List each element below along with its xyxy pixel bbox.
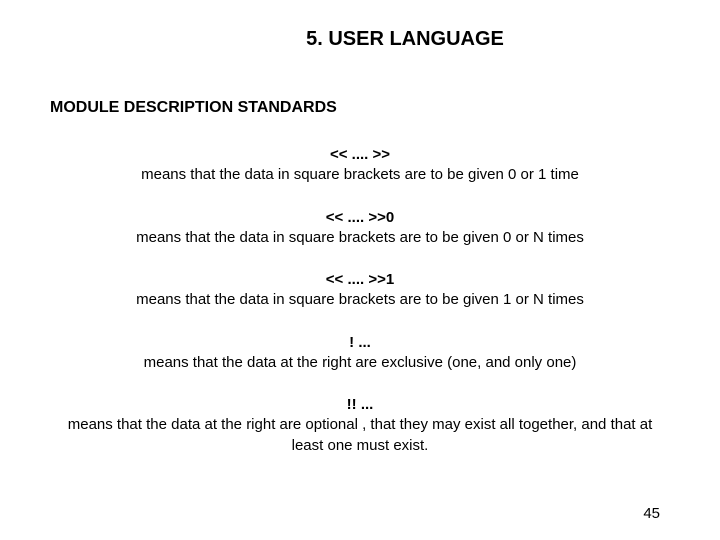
notation-symbol: << .... >> xyxy=(54,145,666,165)
page-number: 45 xyxy=(643,505,660,522)
notation-desc: means that the data at the right are exc… xyxy=(54,353,666,373)
document-page: 5. USER LANGUAGE MODULE DESCRIPTION STAN… xyxy=(0,0,720,540)
notation-symbol: ! ... xyxy=(54,333,666,353)
notation-entry: << .... >> means that the data in square… xyxy=(50,145,670,186)
notation-desc: means that the data in square brackets a… xyxy=(54,165,666,185)
notation-entry: ! ... means that the data at the right a… xyxy=(50,333,670,374)
notation-symbol: << .... >>1 xyxy=(54,270,666,290)
notation-desc: means that the data in square brackets a… xyxy=(54,228,666,248)
page-title: 5. USER LANGUAGE xyxy=(140,28,670,51)
notation-symbol: !! ... xyxy=(54,395,666,415)
section-heading: MODULE DESCRIPTION STANDARDS xyxy=(50,99,670,117)
notation-symbol: << .... >>0 xyxy=(54,208,666,228)
notation-entry: << .... >>1 means that the data in squar… xyxy=(50,270,670,311)
notation-desc: means that the data in square brackets a… xyxy=(54,290,666,310)
notation-entry: !! ... means that the data at the right … xyxy=(50,395,670,456)
notation-desc: means that the data at the right are opt… xyxy=(54,415,666,456)
notation-entry: << .... >>0 means that the data in squar… xyxy=(50,208,670,249)
